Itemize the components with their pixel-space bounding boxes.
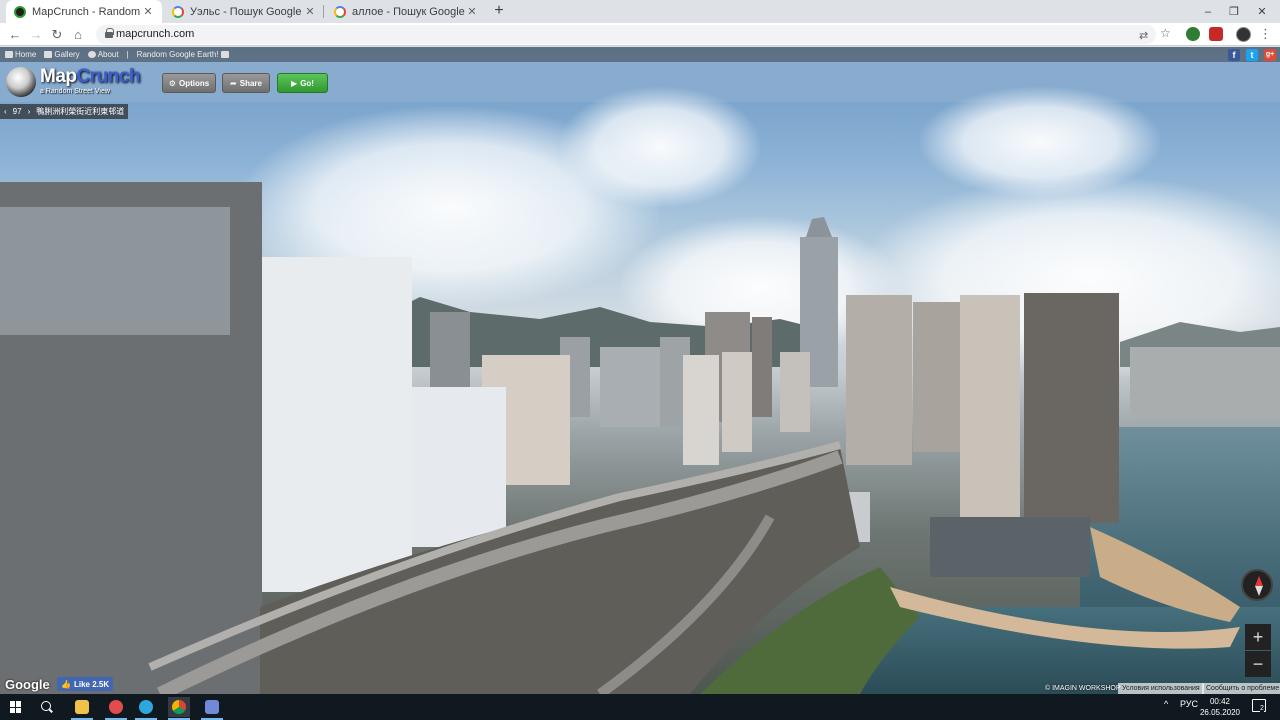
report-problem-link[interactable]: Сообщить о проблеме (1202, 683, 1280, 694)
flyover-road (148, 441, 843, 694)
tab-mapcrunch[interactable]: MapCrunch - Random Street View ✕ (6, 0, 162, 23)
go-label: Go! (300, 78, 314, 88)
nav-random-earth-label: Random Google Earth! (136, 50, 219, 59)
mapcrunch-logo-icon[interactable] (6, 67, 36, 97)
browser-toolbar: ← → ↻ ⌂ mapcrunch.com ⇄ ☆ ⋮ (0, 23, 1280, 46)
go-button[interactable]: ▶ Go! (277, 73, 328, 93)
page-viewport: Home Gallery About | Random Google Earth… (0, 47, 1280, 694)
profile-avatar-icon[interactable] (1236, 27, 1251, 42)
gplus-share-icon[interactable]: g+ (1264, 49, 1276, 61)
nav-about-link[interactable]: About (87, 50, 119, 59)
nav-random-earth-link[interactable]: Random Google Earth! (137, 50, 231, 59)
notification-count: 2 (1260, 705, 1264, 713)
gear-icon: ⚙ (168, 78, 176, 88)
close-window-button[interactable]: ✕ (1244, 0, 1280, 23)
logo-crunch-text: Crunch (76, 66, 141, 87)
file-explorer-icon[interactable] (71, 697, 93, 720)
home-button[interactable]: ⌂ (69, 26, 87, 43)
tab-title: Уэльс - Пошук Google (190, 5, 302, 18)
telegram-icon[interactable] (135, 697, 157, 720)
extension-red-icon[interactable] (1209, 27, 1223, 41)
tab-separator (323, 5, 324, 18)
browser-tab-strip: MapCrunch - Random Street View ✕ Уэльс -… (0, 0, 1280, 23)
share-label: Share (239, 78, 262, 88)
address-bar[interactable]: mapcrunch.com ⇄ (96, 25, 1156, 44)
windows-start-icon[interactable] (10, 701, 22, 713)
logo-map-text: Map (40, 66, 77, 87)
discord-icon[interactable] (201, 697, 223, 720)
gallery-icon (44, 51, 53, 58)
options-button[interactable]: ⚙ Options (162, 73, 216, 93)
mapcrunch-header: MapCrunch a Random Street View ⚙ Options… (0, 62, 1280, 102)
terms-link[interactable]: Условия использования (1118, 683, 1204, 694)
menu-kebab-icon[interactable]: ⋮ (1259, 26, 1272, 42)
facebook-share-icon[interactable]: f (1228, 49, 1240, 61)
imagery-attribution: © IMAGIN WORKSHOP (1045, 685, 1121, 692)
nav-gallery-label: Gallery (54, 50, 80, 59)
previous-location-button[interactable]: ‹ (4, 107, 7, 116)
location-count: 97 (12, 107, 22, 116)
tab-wales-search[interactable]: Уэльс - Пошук Google ✕ (164, 0, 324, 23)
clock-date: 26.05.2020 (1199, 708, 1241, 717)
reload-button[interactable]: ↻ (48, 26, 66, 43)
external-link-icon (220, 51, 229, 58)
back-button[interactable]: ← (6, 26, 24, 43)
mapcrunch-top-nav: Home Gallery About | Random Google Earth… (0, 47, 1280, 62)
tab-aloe-search[interactable]: аллое - Пошук Google ✕ (326, 0, 486, 23)
close-tab-icon[interactable]: ✕ (304, 5, 316, 18)
share-button[interactable]: ➦ Share (222, 73, 270, 93)
home-icon (5, 51, 13, 58)
windows-taskbar: ^ РУС 00:42 26.05.2020 2 (0, 694, 1280, 720)
nav-home-label: Home (15, 50, 37, 59)
notification-center-icon[interactable]: 2 (1252, 699, 1266, 713)
nav-about-label: About (97, 50, 119, 59)
mapcrunch-favicon-icon (14, 5, 26, 18)
clock-time: 00:42 (1209, 697, 1231, 706)
zoom-out-button[interactable]: − (1245, 651, 1271, 677)
new-tab-button[interactable]: + (490, 2, 508, 20)
nav-home-link[interactable]: Home (5, 50, 36, 59)
chrome-icon[interactable] (168, 697, 190, 720)
nav-separator: | (126, 50, 129, 59)
system-clock[interactable]: 00:42 26.05.2020 (1198, 696, 1242, 718)
compass-icon[interactable] (1241, 569, 1273, 601)
mapcrunch-logo[interactable]: MapCrunch (40, 66, 140, 88)
next-location-button[interactable]: › (28, 107, 31, 116)
close-tab-icon[interactable]: ✕ (142, 5, 154, 18)
forward-button[interactable]: → (27, 26, 45, 43)
google-favicon-icon (172, 5, 184, 18)
tray-overflow-icon[interactable]: ^ (1164, 699, 1168, 709)
url-text: mapcrunch.com (116, 28, 195, 40)
translate-icon[interactable]: ⇄ (1139, 29, 1148, 42)
opera-browser-icon[interactable] (105, 697, 127, 720)
logo-subtitle: a Random Street View (40, 88, 110, 95)
close-tab-icon[interactable]: ✕ (466, 5, 478, 18)
search-icon[interactable] (40, 700, 54, 714)
share-arrow-icon: ➦ (230, 78, 237, 88)
nav-gallery-link[interactable]: Gallery (44, 50, 80, 59)
location-bar: ‹ 97 › 鴨脷洲利榮街近利東邨道 (0, 104, 129, 119)
extension-green-icon[interactable] (1186, 27, 1200, 41)
thumbs-up-icon: 👍 (61, 679, 71, 689)
about-icon (87, 51, 96, 58)
lock-icon[interactable] (105, 28, 114, 38)
twitter-share-icon[interactable]: t (1246, 49, 1258, 61)
options-label: Options (178, 78, 210, 88)
tab-title: MapCrunch - Random Street View (32, 5, 142, 18)
bookmark-star-icon[interactable]: ☆ (1160, 26, 1171, 40)
google-logo[interactable]: Google (5, 677, 50, 692)
google-favicon-icon (334, 5, 346, 18)
facebook-like-button[interactable]: 👍 Like 2.5K (57, 677, 114, 691)
input-language-indicator[interactable]: РУС (1180, 699, 1198, 709)
play-icon: ▶ (291, 78, 298, 88)
zoom-in-button[interactable]: + (1245, 624, 1271, 650)
fb-like-label: Like 2.5K (73, 679, 110, 689)
tab-title: аллое - Пошук Google (352, 5, 465, 18)
location-address: 鴨脷洲利榮街近利東邨道 (36, 107, 125, 116)
